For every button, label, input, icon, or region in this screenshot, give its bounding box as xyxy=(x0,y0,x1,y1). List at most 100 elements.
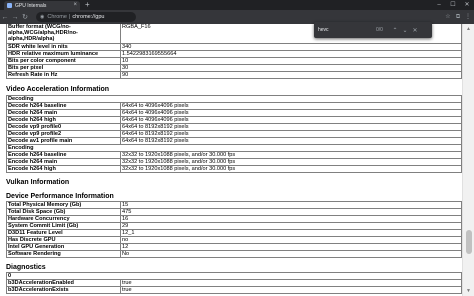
row-value: 15 xyxy=(120,201,462,209)
maximize-button[interactable]: ☐ xyxy=(446,0,460,10)
tab-close-icon[interactable]: × xyxy=(73,1,77,10)
row-value: 30 xyxy=(120,64,462,72)
diagnostics-table: 0 b3DAccelerationEnabled true b3DAcceler… xyxy=(6,272,462,294)
row-key: Decode h264 high xyxy=(6,116,121,124)
table-row: Total Disk Space (Gb) 475 xyxy=(6,208,462,216)
vulkan-heading: Vulkan Information xyxy=(6,179,70,186)
row-value: 64x64 to 8192x8192 pixels xyxy=(120,123,462,131)
table-row: Encode h264 main 32x32 to 1920x1088 pixe… xyxy=(6,158,462,166)
scrollbar-thumb[interactable] xyxy=(466,230,472,254)
toolbar-actions: ☆ ⧉ ⋮ xyxy=(444,12,472,22)
row-value: 12_1 xyxy=(120,229,462,237)
row-value: 10 xyxy=(120,57,462,65)
video-acceleration-heading: Video Acceleration Information xyxy=(6,86,110,93)
row-value: 1.5422983169555664 xyxy=(120,50,462,58)
vertical-scrollbar[interactable]: ▲ ▼ xyxy=(462,24,474,296)
row-key: SDR white level in nits xyxy=(6,43,121,51)
video-acceleration-table: Decoding Decode h264 baseline 64x64 to 4… xyxy=(6,95,462,173)
table-row: Decode av1 profile main 64x64 to 8192x81… xyxy=(6,137,462,145)
row-value: 32x32 to 1920x1088 pixels, and/or 30.000… xyxy=(120,151,462,159)
minimize-button[interactable]: – xyxy=(432,0,446,10)
table-row: Encode h264 baseline 32x32 to 1920x1088 … xyxy=(6,151,462,159)
row-value: 64x64 to 4096x4096 pixels xyxy=(120,102,462,110)
scroll-down-arrow-icon[interactable]: ▼ xyxy=(466,288,471,294)
new-tab-button[interactable]: + xyxy=(85,0,90,10)
row-key: HDR relative maximum luminance xyxy=(6,50,121,58)
row-key: Software Rendering xyxy=(6,250,121,258)
forward-button[interactable]: → xyxy=(10,14,20,21)
reload-button[interactable]: ↻ xyxy=(20,13,30,21)
tab-gpu-internals[interactable]: GPU Internals × xyxy=(4,1,80,10)
table-row: SDR white level in nits 340 xyxy=(6,43,462,51)
page-content: Buffer format (WCG/no-alpha,WCG/alpha,HD… xyxy=(0,24,462,296)
back-button[interactable]: ← xyxy=(0,14,10,21)
table-row: Decoding xyxy=(6,95,462,103)
find-previous-icon[interactable]: ⌃ xyxy=(390,27,400,34)
tab-strip: GPU Internals × + – ☐ ✕ xyxy=(0,0,474,10)
table-row: b3DAccelerationEnabled true xyxy=(6,279,462,287)
table-row: Total Physical Memory (Gb) 15 xyxy=(6,201,462,209)
table-row: Decode vp9 profile2 64x64 to 8192x8192 p… xyxy=(6,130,462,138)
row-value: 64x64 to 8192x8192 pixels xyxy=(120,137,462,145)
find-close-icon[interactable]: ✕ xyxy=(410,27,420,34)
table-row: Has Discrete GPU no xyxy=(6,236,462,244)
row-value: 29 xyxy=(120,222,462,230)
table-row: Encoding xyxy=(6,144,462,152)
row-key: Hardware Concurrency xyxy=(6,215,121,223)
row-key: Refresh Rate in Hz xyxy=(6,71,121,79)
table-row: 0 xyxy=(6,272,462,280)
row-value: No xyxy=(120,250,462,258)
table-row: Bits per color component 10 xyxy=(6,57,462,65)
row-key: Encode h264 main xyxy=(6,158,121,166)
row-value: 90 xyxy=(120,71,462,79)
menu-icon[interactable]: ⋮ xyxy=(464,12,472,22)
row-value: 16 xyxy=(120,215,462,223)
table-row: Bits per pixel 30 xyxy=(6,64,462,72)
url-separator: | xyxy=(68,14,71,20)
row-key: Encode h264 baseline xyxy=(6,151,121,159)
close-window-button[interactable]: ✕ xyxy=(460,0,474,10)
table-row: HDR relative maximum luminance 1.5422983… xyxy=(6,50,462,58)
row-key: Decode vp9 profile2 xyxy=(6,130,121,138)
table-row: Intel GPU Generation 12 xyxy=(6,243,462,251)
row-value: 32x32 to 1920x1088 pixels, and/or 30.000… xyxy=(120,158,462,166)
row-key: b3DAccelerationEnabled xyxy=(6,279,121,287)
decoding-section-label: Decoding xyxy=(6,95,462,103)
table-row: System Commit Limit (Gb) 29 xyxy=(6,222,462,230)
encoding-section-label: Encoding xyxy=(6,144,462,152)
row-key: Intel GPU Generation xyxy=(6,243,121,251)
scroll-up-arrow-icon[interactable]: ▲ xyxy=(466,26,471,32)
find-input[interactable]: hevc xyxy=(318,27,376,33)
row-value: 64x64 to 4096x4096 pixels xyxy=(120,116,462,124)
table-row: D3D11 Feature Level 12_1 xyxy=(6,229,462,237)
table-row: Encode h264 high 32x32 to 1920x1088 pixe… xyxy=(6,165,462,173)
row-key: Decode h264 baseline xyxy=(6,102,121,110)
chrome-icon: ◉ xyxy=(40,14,45,20)
table-row: Decode h264 baseline 64x64 to 4096x4096 … xyxy=(6,102,462,110)
row-key: Decode h264 main xyxy=(6,109,121,117)
find-next-icon[interactable]: ⌄ xyxy=(400,27,410,34)
row-value: true xyxy=(120,286,462,294)
device-performance-heading: Device Performance Information xyxy=(6,193,114,200)
row-key: Bits per pixel xyxy=(6,64,121,72)
row-value: 64x64 to 4096x4096 pixels xyxy=(120,109,462,117)
extensions-icon[interactable]: ⧉ xyxy=(454,12,462,22)
window-controls: – ☐ ✕ xyxy=(432,0,474,10)
row-key: Encode h264 high xyxy=(6,165,121,173)
table-row: b3DAccelerationExists true xyxy=(6,286,462,294)
address-bar[interactable]: ◉ Chrome | chrome://gpu xyxy=(36,12,136,22)
row-value: 340 xyxy=(120,43,462,51)
table-row: Decode vp9 profile0 64x64 to 8192x8192 p… xyxy=(6,123,462,131)
gpu-page-icon xyxy=(7,3,12,8)
table-row: Decode h264 high 64x64 to 4096x4096 pixe… xyxy=(6,116,462,124)
row-key: b3DAccelerationExists xyxy=(6,286,121,294)
url-scheme-label: Chrome xyxy=(47,14,67,20)
bookmark-star-icon[interactable]: ☆ xyxy=(444,12,452,22)
row-value: 475 xyxy=(120,208,462,216)
tab-title: GPU Internals xyxy=(15,2,47,9)
row-key: Total Disk Space (Gb) xyxy=(6,208,121,216)
table-row: Software Rendering No xyxy=(6,250,462,258)
table-row: Decode h264 main 64x64 to 4096x4096 pixe… xyxy=(6,109,462,117)
row-value: 12 xyxy=(120,243,462,251)
url-text: chrome://gpu xyxy=(72,14,105,20)
